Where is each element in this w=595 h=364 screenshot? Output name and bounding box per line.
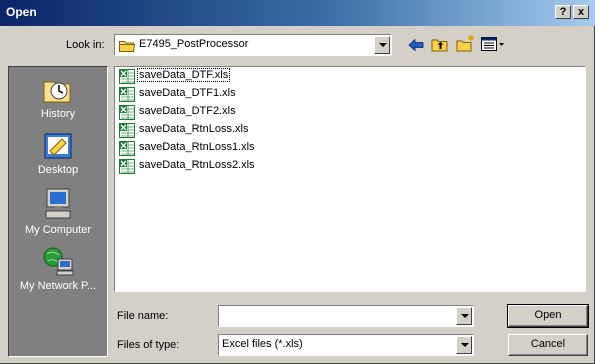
place-desktop-label: Desktop <box>37 164 79 176</box>
back-arrow-icon[interactable] <box>408 38 424 52</box>
file-name: saveData_DTF1.xls <box>139 87 236 99</box>
place-my-computer-label: My Computer <box>24 224 92 236</box>
look-in-dropdown-arrow[interactable] <box>374 36 390 54</box>
file-name-field[interactable] <box>218 305 474 327</box>
files-of-type-dropdown-arrow[interactable] <box>456 336 472 354</box>
file-list[interactable]: saveData_DTF.xls saveData_DTF1.xls saveD… <box>114 66 586 292</box>
look-in-value: E7495_PostProcessor <box>139 38 249 50</box>
help-button[interactable]: ? <box>555 5 571 19</box>
file-name-dropdown-arrow[interactable] <box>456 307 472 325</box>
file-name: saveData_RtnLoss2.xls <box>139 159 255 171</box>
file-name: saveData_RtnLoss1.xls <box>139 141 255 153</box>
file-name-label: File name: <box>117 310 169 322</box>
files-of-type-select[interactable]: Excel files (*.xls) <box>218 334 474 356</box>
place-my-computer[interactable]: My Computer <box>9 187 107 236</box>
view-menu-icon[interactable] <box>481 37 505 52</box>
my-network-places-icon <box>43 247 74 276</box>
file-name: saveData_DTF.xls <box>136 68 231 82</box>
dialog-title: Open <box>6 5 37 19</box>
new-folder-icon[interactable] <box>456 34 476 53</box>
places-bar: History Desktop My Computer My Network P… <box>8 66 108 357</box>
place-my-network-label: My Network P... <box>19 280 97 292</box>
excel-file-icon <box>119 159 135 174</box>
place-desktop[interactable]: Desktop <box>9 131 107 176</box>
place-history[interactable]: History <box>9 75 107 120</box>
place-history-label: History <box>40 108 76 120</box>
folder-icon <box>119 41 135 52</box>
title-bar[interactable]: Open ? x <box>0 0 595 26</box>
open-button[interactable]: Open <box>507 304 589 328</box>
file-name: saveData_DTF2.xls <box>139 105 236 117</box>
files-of-type-value: Excel files (*.xls) <box>222 338 303 350</box>
excel-file-icon <box>119 87 135 102</box>
excel-file-icon <box>119 69 135 84</box>
look-in-label: Look in: <box>66 39 105 51</box>
up-one-level-icon[interactable] <box>431 36 449 53</box>
excel-file-icon <box>119 123 135 138</box>
look-in-combo[interactable]: E7495_PostProcessor <box>114 34 392 56</box>
my-computer-icon <box>45 188 71 219</box>
files-of-type-label: Files of type: <box>117 339 180 351</box>
history-icon <box>43 81 71 103</box>
open-dialog: Open ? x Look in: E7495_PostProcessor Hi… <box>0 0 595 364</box>
cancel-button[interactable]: Cancel <box>508 334 588 356</box>
excel-file-icon <box>119 141 135 156</box>
place-my-network[interactable]: My Network P... <box>9 245 107 292</box>
desktop-icon <box>44 133 72 159</box>
close-button[interactable]: x <box>573 5 589 19</box>
excel-file-icon <box>119 105 135 120</box>
file-name: saveData_RtnLoss.xls <box>139 123 249 135</box>
